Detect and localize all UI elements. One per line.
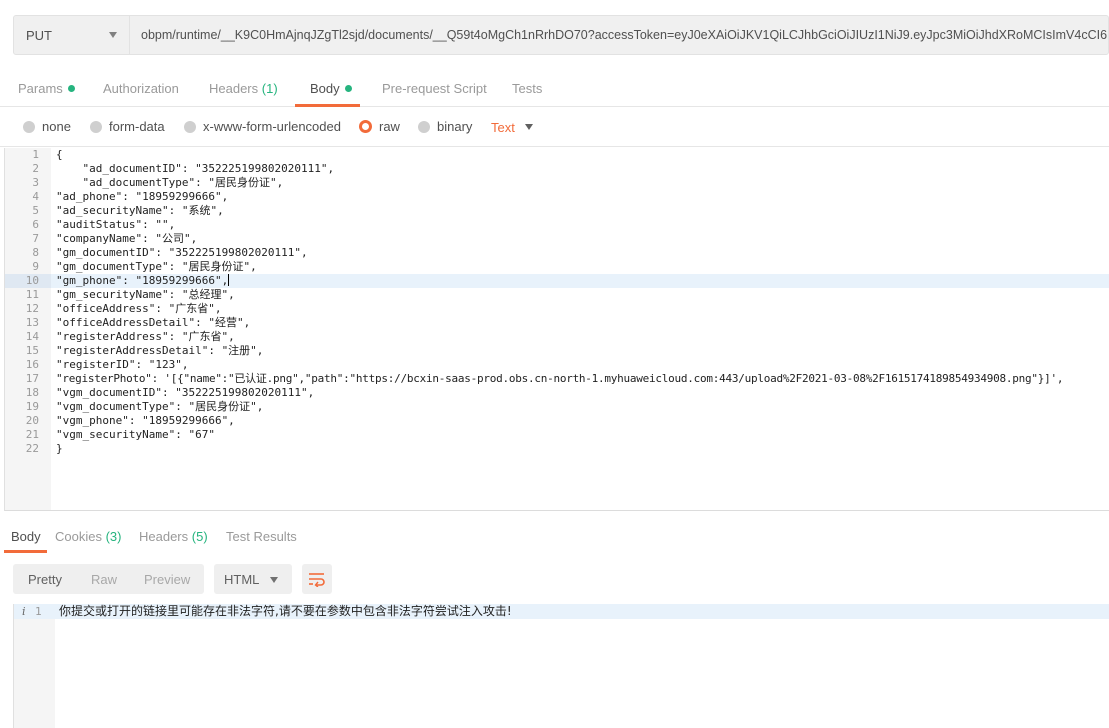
radio-binary[interactable]: binary: [418, 119, 472, 134]
code-line: 18 "vgm_documentID": "352225199802020111"…: [25, 386, 315, 399]
code-line: 21 "vgm_securityName": "67": [25, 428, 215, 441]
view-mode-preview[interactable]: Preview: [144, 572, 190, 587]
wrap-lines-button[interactable]: [302, 564, 332, 594]
tab-authorization[interactable]: Authorization: [103, 81, 179, 96]
code-line: 14 "registerAddress": "广东省",: [25, 330, 235, 343]
url-input[interactable]: obpm/runtime/__K9C0HmAjnqJZgTl2sjd/docum…: [130, 28, 1108, 42]
code-line: 4 "ad_phone": "18959299666",: [32, 190, 229, 203]
response-toolbar: Pretty Raw Preview HTML: [13, 564, 413, 594]
radio-none[interactable]: none: [23, 119, 71, 134]
code-line: 5 "ad_securityName": "系统",: [32, 204, 224, 217]
code-line: 19 "vgm_documentType": "居民身份证",: [25, 400, 264, 413]
tab-cookies[interactable]: Cookies (3): [55, 529, 121, 544]
radio-form-data[interactable]: form-data: [90, 119, 165, 134]
code-line: 15 "registerAddressDetail": "注册",: [25, 344, 264, 357]
request-tabs: Params Authorization Headers (1) Body Pr…: [0, 66, 1109, 107]
code-line: 11 "gm_securityName": "总经理",: [25, 288, 235, 301]
request-url-bar: PUT obpm/runtime/__K9C0HmAjnqJZgTl2sjd/d…: [13, 15, 1109, 55]
tab-response-body[interactable]: Body: [11, 529, 41, 544]
code-line: 1{: [32, 148, 63, 161]
view-mode-pretty[interactable]: Pretty: [28, 572, 62, 587]
code-line: 7 "companyName": "公司",: [32, 232, 198, 245]
radio-selected-icon: [359, 120, 372, 133]
chevron-down-icon: [109, 32, 117, 38]
code-line: 8 "gm_documentID": "352225199802020111",: [32, 246, 308, 259]
method-label: PUT: [26, 27, 52, 43]
text-cursor: [228, 274, 230, 286]
active-tab-indicator: [4, 550, 47, 553]
code-line: 22}: [25, 442, 63, 455]
code-line: 9 "gm_documentType": "居民身份证",: [32, 260, 257, 273]
status-dot-icon: [67, 85, 75, 92]
tab-headers[interactable]: Headers (1): [209, 81, 278, 96]
tab-pre-request-script[interactable]: Pre-request Script: [382, 81, 487, 96]
radio-raw[interactable]: raw: [359, 119, 400, 134]
response-tabs: Body Cookies (3) Headers (5) Test Result…: [0, 520, 1109, 553]
code-line: 3 "ad_documentType": "居民身份证",: [32, 176, 284, 189]
code-line: 2 "ad_documentID": "352225199802020111",: [32, 162, 335, 175]
code-line: 16 "registerID": "123",: [25, 358, 189, 371]
radio-icon: [90, 120, 102, 133]
code-line: 12 "officeAddress": "广东省",: [25, 302, 222, 315]
tab-params[interactable]: Params: [18, 81, 75, 96]
body-type-selector: none form-data x-www-form-urlencoded raw…: [0, 107, 1109, 147]
line-number-gutter: [14, 604, 55, 728]
code-line: 6 "auditStatus": "",: [32, 218, 176, 231]
tab-body[interactable]: Body: [310, 81, 352, 96]
response-body-viewer[interactable]: i 1 你提交或打开的链接里可能存在非法字符,请不要在参数中包含非法字符尝试注入…: [13, 604, 1109, 728]
view-mode-raw[interactable]: Raw: [91, 572, 117, 587]
chevron-down-icon: [524, 124, 533, 130]
code-line: 13 "officeAddressDetail": "经营",: [25, 316, 251, 329]
code-line: 20 "vgm_phone": "18959299666",: [25, 414, 235, 427]
info-icon: i: [22, 605, 26, 618]
chevron-down-icon: [270, 577, 278, 583]
raw-format-select[interactable]: Text: [491, 120, 533, 135]
response-line: i 1 你提交或打开的链接里可能存在非法字符,请不要在参数中包含非法字符尝试注入…: [14, 604, 1109, 619]
radio-icon: [23, 120, 35, 133]
tab-tests[interactable]: Tests: [512, 81, 542, 96]
radio-icon: [184, 120, 196, 133]
code-line: 17 "registerPhoto": '[{"name":"已认证.png","…: [25, 372, 1064, 385]
radio-icon: [418, 120, 430, 133]
tab-test-results[interactable]: Test Results: [226, 529, 297, 544]
code-line-active: 10 "gm_phone": "18959299666",: [5, 274, 1109, 288]
status-dot-icon: [344, 85, 352, 92]
response-text: 你提交或打开的链接里可能存在非法字符,请不要在参数中包含非法字符尝试注入攻击!: [59, 604, 512, 618]
request-body-editor[interactable]: 1{ 2 "ad_documentID": "35222519980202011…: [4, 148, 1109, 511]
tab-response-headers[interactable]: Headers (5): [139, 529, 208, 544]
method-select[interactable]: PUT: [14, 16, 130, 54]
wrap-lines-icon: [309, 573, 325, 587]
response-format-select[interactable]: HTML: [214, 564, 292, 594]
radio-x-www-form-urlencoded[interactable]: x-www-form-urlencoded: [184, 119, 341, 134]
